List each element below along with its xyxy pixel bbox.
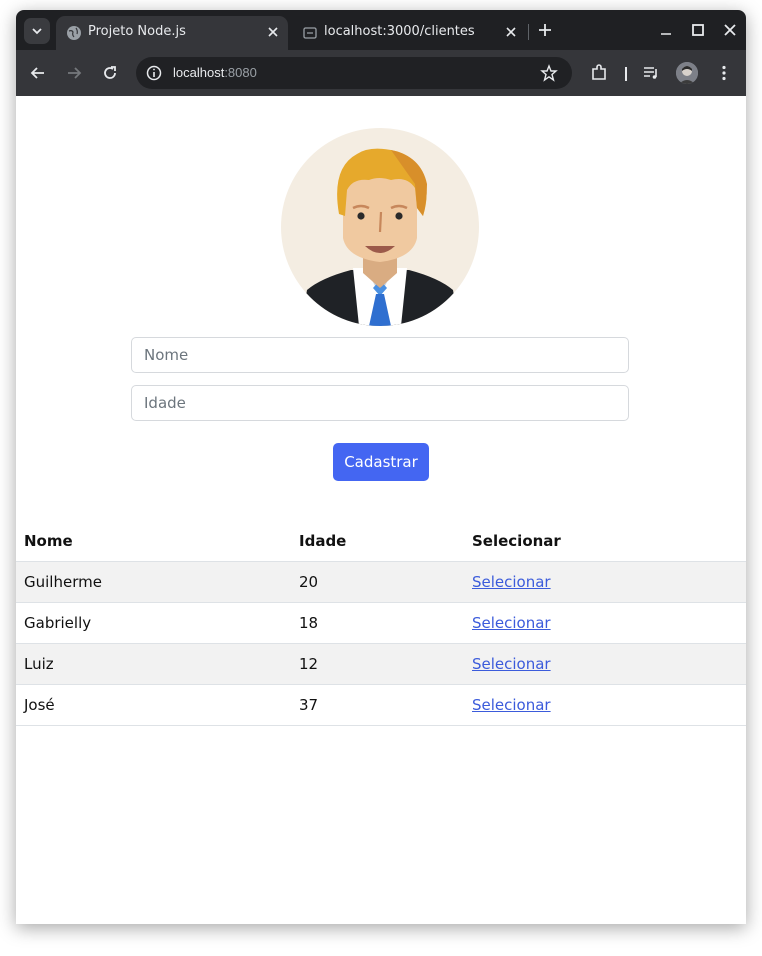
table-row: José 37 Selecionar (16, 684, 746, 726)
cell-idade: 12 (291, 643, 464, 685)
cell-nome: Luiz (16, 643, 291, 685)
table-row: Gabrielly 18 Selecionar (16, 602, 746, 644)
media-control-icon[interactable] (641, 63, 661, 83)
cell-acao: Selecionar (464, 602, 746, 644)
profile-avatar[interactable] (676, 62, 698, 84)
cell-idade: 37 (291, 684, 464, 726)
clientes-table: Nome Idade Selecionar Guilherme 20 Selec… (16, 521, 746, 726)
cadastrar-button[interactable]: Cadastrar (333, 443, 429, 481)
forward-icon[interactable] (64, 63, 84, 83)
tab-search-button[interactable] (24, 18, 50, 44)
nome-input[interactable] (131, 337, 629, 373)
browser-toolbar: localhost:8080 (16, 50, 746, 96)
cell-acao: Selecionar (464, 684, 746, 726)
back-icon[interactable] (28, 63, 48, 83)
minimize-icon[interactable] (658, 22, 674, 38)
tab-bar: Projeto Node.js localhost:3000/clientes (16, 10, 746, 50)
header-selecionar: Selecionar (472, 532, 561, 550)
tab-title: localhost:3000/clientes (324, 24, 475, 39)
selecionar-link[interactable]: Selecionar (472, 655, 551, 673)
globe-icon (67, 26, 81, 40)
toolbar-separator (625, 67, 627, 81)
table-row: Guilherme 20 Selecionar (16, 561, 746, 603)
page-content: Cadastrar Nome Idade Selecionar Guilherm… (16, 96, 746, 924)
cell-acao: Selecionar (464, 643, 746, 685)
site-info-icon[interactable] (144, 63, 164, 83)
reload-icon[interactable] (100, 63, 120, 83)
tab-separator (528, 24, 529, 40)
bookmark-star-icon[interactable] (540, 64, 558, 82)
profile-photo-icon (676, 62, 698, 84)
browser-window: Projeto Node.js localhost:3000/clientes (16, 10, 746, 924)
url-text[interactable]: localhost:8080 (173, 65, 257, 80)
table-row: Luiz 12 Selecionar (16, 643, 746, 685)
close-window-icon[interactable] (722, 22, 738, 38)
cell-nome: José (16, 684, 291, 726)
tab-projeto-node[interactable]: Projeto Node.js (56, 16, 288, 50)
header-idade: Idade (299, 532, 347, 550)
page-icon (303, 27, 317, 39)
close-tab-icon[interactable] (266, 25, 280, 39)
table-header-row: Nome Idade Selecionar (16, 521, 746, 562)
more-menu-icon[interactable] (714, 63, 734, 83)
businessman-avatar-icon (281, 128, 479, 326)
address-bar[interactable]: localhost:8080 (136, 57, 572, 89)
cell-idade: 20 (291, 561, 464, 603)
selecionar-link[interactable]: Selecionar (472, 614, 551, 632)
cell-acao: Selecionar (464, 561, 746, 603)
idade-input[interactable] (131, 385, 629, 421)
selecionar-link[interactable]: Selecionar (472, 696, 551, 714)
tab-title: Projeto Node.js (88, 24, 186, 39)
tab-clientes[interactable]: localhost:3000/clientes (292, 16, 526, 50)
url-port: :8080 (224, 65, 257, 80)
chevron-down-icon (32, 28, 42, 35)
close-tab-icon[interactable] (504, 25, 518, 39)
cell-nome: Guilherme (16, 561, 291, 603)
cell-idade: 18 (291, 602, 464, 644)
cell-nome: Gabrielly (16, 602, 291, 644)
header-nome: Nome (24, 532, 73, 550)
maximize-icon[interactable] (690, 22, 706, 38)
extensions-icon[interactable] (589, 63, 609, 83)
selecionar-link[interactable]: Selecionar (472, 573, 551, 591)
new-tab-icon[interactable] (536, 21, 554, 39)
url-host: localhost (173, 65, 225, 80)
